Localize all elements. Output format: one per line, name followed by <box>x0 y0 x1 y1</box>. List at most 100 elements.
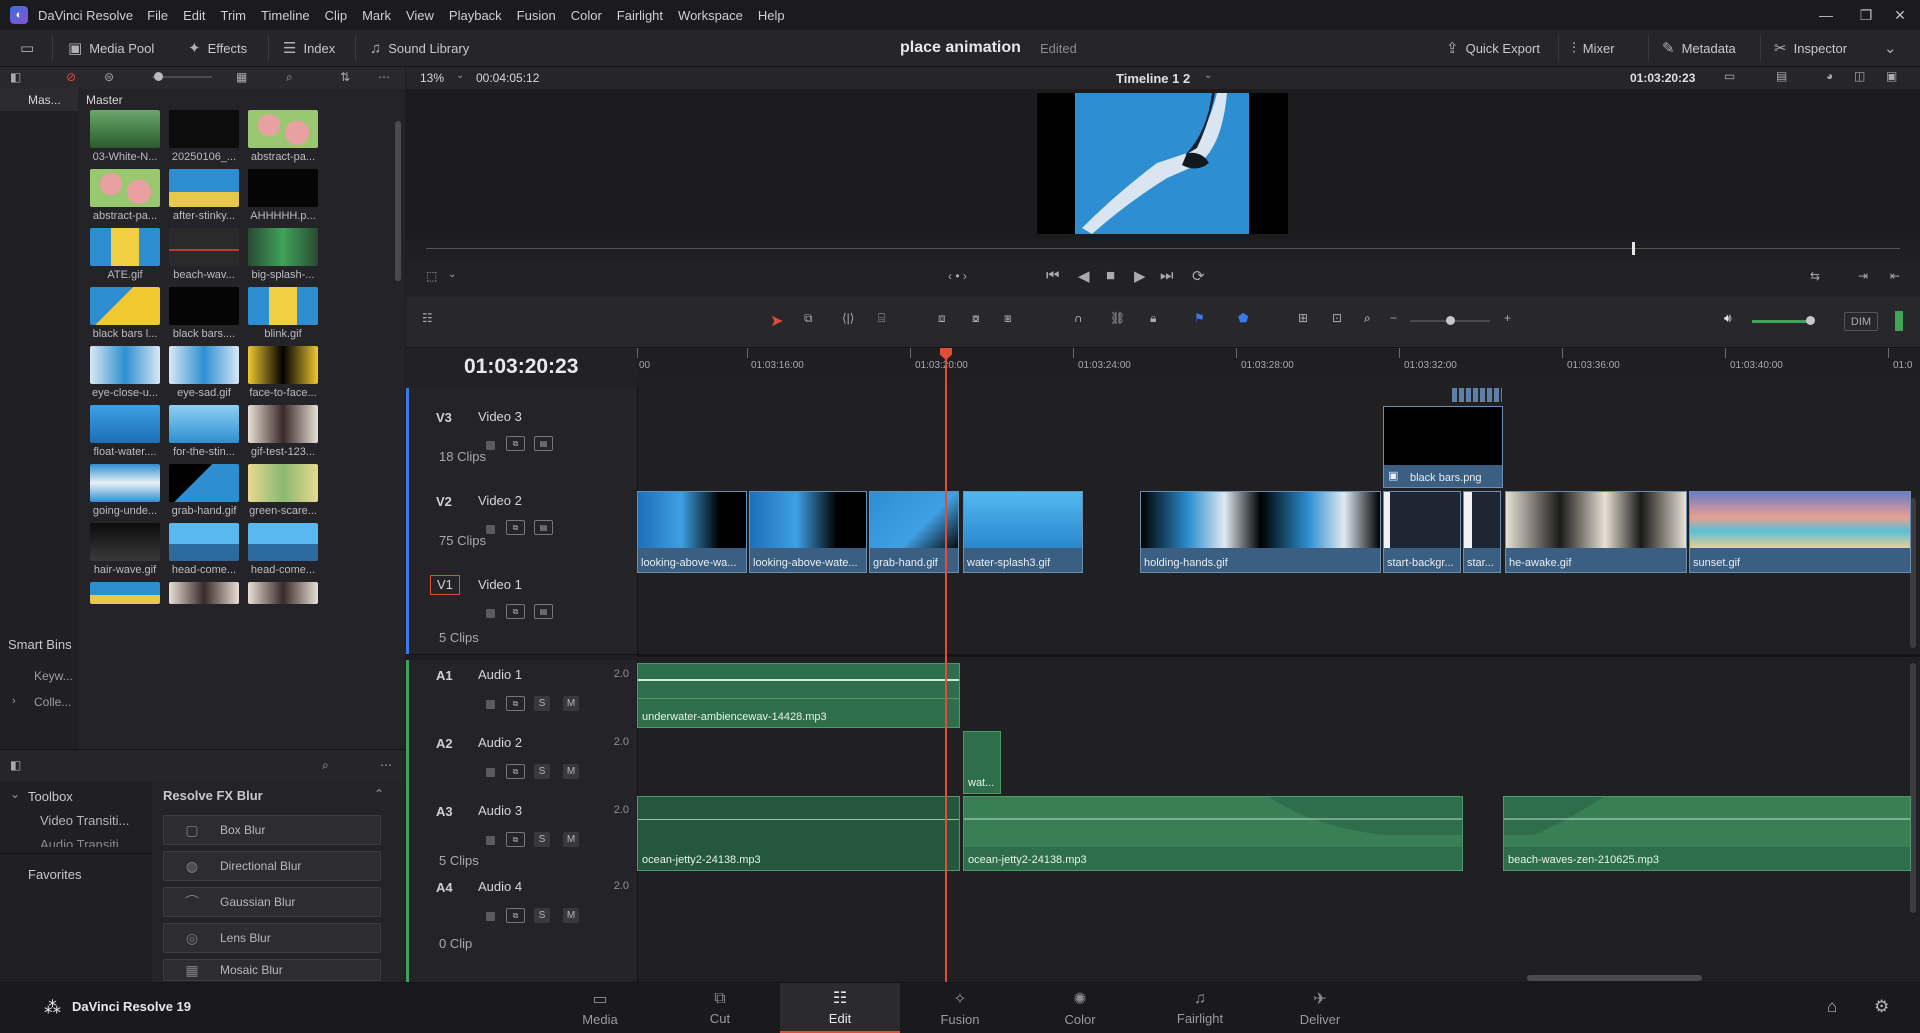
media-clip-thumbnail[interactable] <box>169 228 239 266</box>
audio-clip[interactable]: wat... <box>963 731 1001 794</box>
fx-gaussian-blur[interactable]: ⌒ Gaussian Blur <box>163 887 381 917</box>
more-options-icon[interactable]: ⋯ <box>378 70 390 84</box>
media-pool-button[interactable]: ▣ Media Pool <box>68 30 154 66</box>
metadata-button[interactable]: ✎ Metadata <box>1662 30 1736 66</box>
solo-button[interactable]: S <box>534 832 550 847</box>
tree-favorites[interactable]: Favorites <box>28 867 81 882</box>
media-clip-thumbnail[interactable] <box>169 346 239 384</box>
menu-trim[interactable]: Trim <box>221 8 247 23</box>
media-clip-thumbnail[interactable] <box>248 405 318 443</box>
tree-video-transitions[interactable]: Video Transiti... <box>40 813 129 828</box>
viewer-frame[interactable] <box>1037 93 1288 234</box>
track-visibility-icon[interactable]: ▤ <box>534 520 553 535</box>
media-clip-thumbnail[interactable] <box>90 464 160 502</box>
blade-tool-icon[interactable]: ⌸ <box>878 311 885 326</box>
auto-select-icon[interactable]: ⧉ <box>506 696 525 711</box>
menu-workspace[interactable]: Workspace <box>678 8 743 23</box>
mute-button[interactable]: M <box>563 908 579 923</box>
media-clip-thumbnail[interactable] <box>169 287 239 325</box>
snapping-icon[interactable]: ∩ <box>1074 311 1083 325</box>
menu-timeline[interactable]: Timeline <box>261 8 310 23</box>
fx-lens-blur[interactable]: ◎ Lens Blur <box>163 923 381 953</box>
auto-select-icon[interactable]: ⧉ <box>506 908 525 923</box>
search-icon[interactable]: ⌕ <box>322 758 329 773</box>
minimize-icon[interactable]: — <box>1806 0 1846 30</box>
index-button[interactable]: ☰ Index <box>283 30 335 66</box>
viewer-scrubber[interactable] <box>406 239 1920 259</box>
page-cut[interactable]: ⧉ Cut <box>660 983 780 1033</box>
menu-fairlight[interactable]: Fairlight <box>617 8 663 23</box>
menu-view[interactable]: View <box>406 8 434 23</box>
media-clip-thumbnail[interactable] <box>169 405 239 443</box>
master-bin[interactable]: Mas... <box>0 89 78 111</box>
fullscreen-icon[interactable]: ▣ <box>1886 69 1897 83</box>
media-clip-thumbnail[interactable] <box>90 346 160 384</box>
menu-edit[interactable]: Edit <box>183 8 205 23</box>
color-icon[interactable]: ◕ <box>1826 69 1833 83</box>
menu-mark[interactable]: Mark <box>362 8 391 23</box>
track-visibility-icon[interactable]: ▤ <box>534 604 553 619</box>
audio-clip[interactable]: ocean-jetty2-24138.mp3 <box>963 796 1463 871</box>
lock-icon[interactable] <box>486 609 495 618</box>
tree-toolbox[interactable]: Toolbox <box>28 789 73 804</box>
volume-slider[interactable] <box>1752 320 1812 323</box>
menu-playback[interactable]: Playback <box>449 8 502 23</box>
lock-icon[interactable] <box>486 525 495 534</box>
chevron-down-icon[interactable]: ⌄ <box>456 70 464 81</box>
position-lock-icon[interactable]: 🔒︎ <box>1150 311 1156 326</box>
next-edit-icon[interactable]: ⇥ <box>1858 269 1868 283</box>
zoom-level[interactable]: 13% <box>420 71 444 85</box>
audio-clip[interactable]: ocean-jetty2-24138.mp3 <box>637 796 960 871</box>
page-media[interactable]: ▭ Media <box>540 983 660 1033</box>
mute-button[interactable]: M <box>563 764 579 779</box>
fx-directional-blur[interactable]: ◍ Directional Blur <box>163 851 381 881</box>
media-clip-thumbnail[interactable] <box>169 582 239 604</box>
volume-slider-handle[interactable] <box>1806 316 1815 325</box>
menu-help[interactable]: Help <box>758 8 785 23</box>
go-to-start-icon[interactable]: ⏮ <box>1046 267 1060 284</box>
media-clip-thumbnail[interactable] <box>248 228 318 266</box>
lock-icon[interactable] <box>486 912 495 921</box>
zoom-in-icon[interactable]: + <box>1504 311 1511 325</box>
zoom-detail-icon[interactable]: ⊡ <box>1332 311 1342 325</box>
lock-icon[interactable] <box>486 836 495 845</box>
lock-icon[interactable] <box>486 441 495 450</box>
link-icon[interactable]: ⊘ <box>66 70 76 84</box>
timeline-ruler[interactable]: 00 01:03:16:00 01:03:20:00 01:03:24:00 0… <box>637 348 1920 379</box>
video-clip[interactable]: looking-above-wate... <box>749 491 867 573</box>
panel-toggle-icon[interactable]: ◧ <box>10 758 21 772</box>
media-clip-thumbnail[interactable] <box>90 287 160 325</box>
replace-clip-icon[interactable]: ⧆ <box>1004 311 1012 326</box>
workspace-layout-icon[interactable]: ▭ <box>20 30 34 66</box>
media-clip-thumbnail[interactable] <box>248 464 318 502</box>
track-name[interactable]: Audio 4 <box>478 879 522 894</box>
media-clip-thumbnail[interactable] <box>90 405 160 443</box>
clip-grid-scrollbar[interactable] <box>395 121 401 281</box>
overlay-icon[interactable]: ▤ <box>1776 69 1787 83</box>
timeline-options-icon[interactable]: ☷ <box>422 311 433 325</box>
close-icon[interactable]: ✕ <box>1880 0 1920 30</box>
track-visibility-icon[interactable]: ▤ <box>534 436 553 451</box>
video-clip[interactable]: looking-above-wa... <box>637 491 747 573</box>
fx-mosaic-blur[interactable]: ▦ Mosaic Blur <box>163 959 381 981</box>
menu-file[interactable]: File <box>147 8 168 23</box>
mute-button[interactable]: M <box>563 832 579 847</box>
effects-button[interactable]: ✦ Effects <box>188 30 247 66</box>
marker-icon[interactable]: ⬟ <box>1238 311 1248 325</box>
media-clip-thumbnail[interactable] <box>248 346 318 384</box>
track-name[interactable]: Audio 2 <box>478 735 522 750</box>
media-clip-thumbnail[interactable] <box>90 110 160 148</box>
solo-button[interactable]: S <box>534 764 550 779</box>
media-clip-thumbnail[interactable] <box>90 582 160 604</box>
solo-button[interactable]: S <box>534 696 550 711</box>
audio-tracks-scrollbar[interactable] <box>1910 663 1916 913</box>
mixer-button[interactable]: ⫶ Mixer <box>1572 30 1615 66</box>
zoom-out-icon[interactable]: − <box>1390 311 1397 325</box>
dynamic-trim-icon[interactable]: ⟨|⟩ <box>842 311 854 325</box>
chevron-down-icon[interactable]: ⌄ <box>448 269 456 280</box>
zoom-full-icon[interactable]: ⊞ <box>1298 311 1308 325</box>
smart-bin-collections[interactable]: Colle... <box>34 695 71 709</box>
video-clip[interactable]: ▣ black bars.png <box>1383 406 1503 488</box>
prev-edit-icon[interactable]: ⇤ <box>1890 269 1900 283</box>
track-name[interactable]: Video 2 <box>478 493 522 508</box>
